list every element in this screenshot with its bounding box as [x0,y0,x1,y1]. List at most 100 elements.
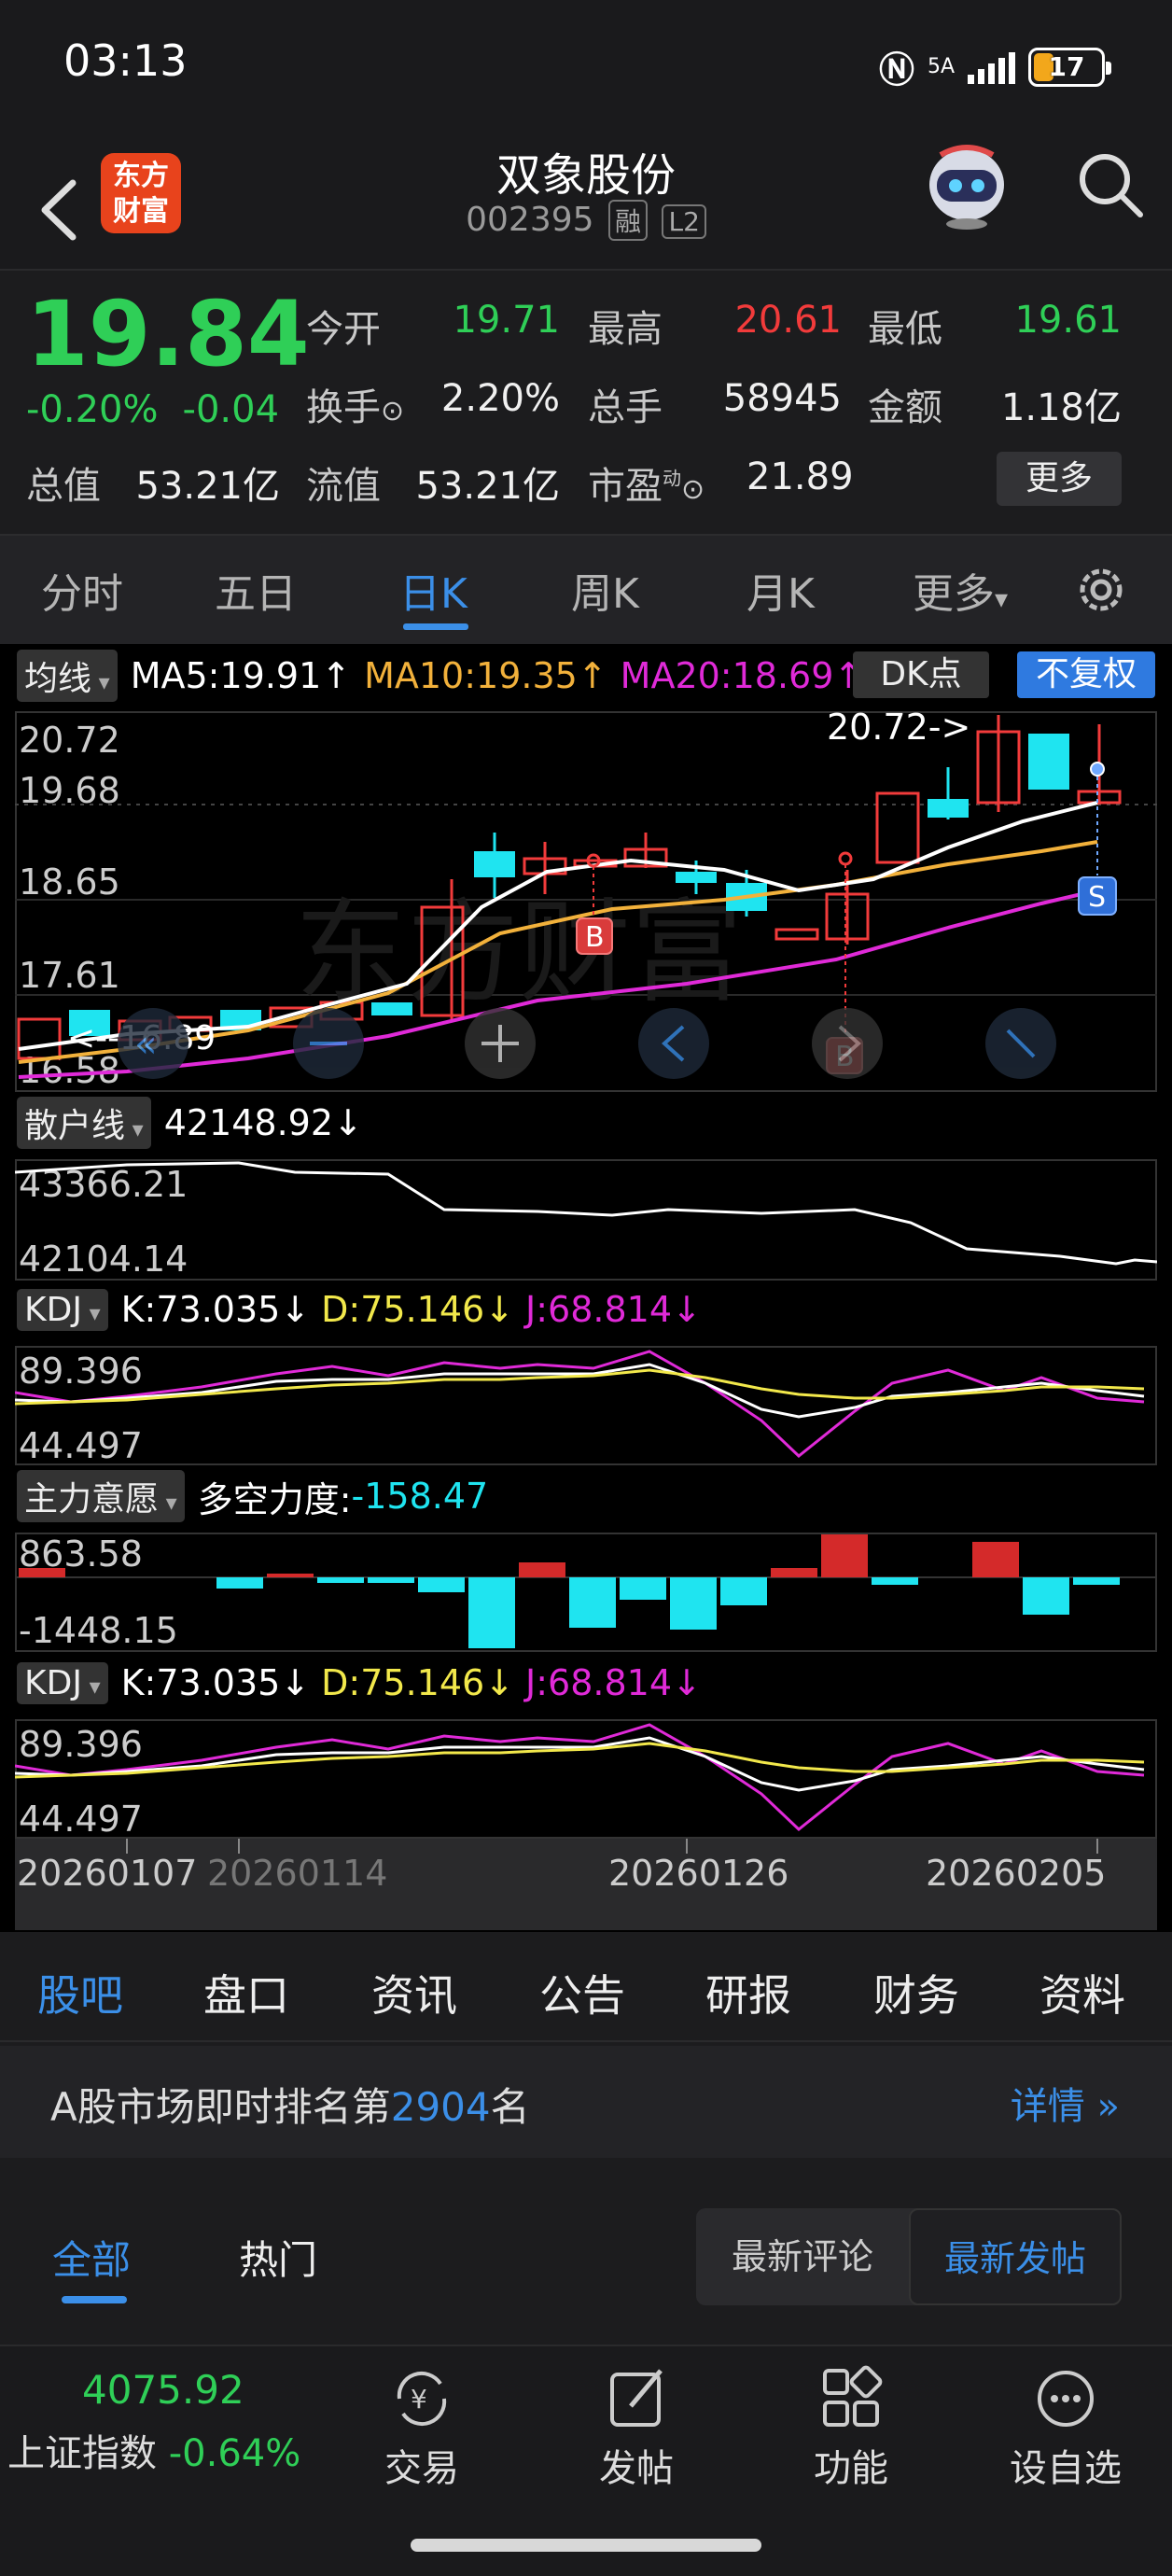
ranking-number: 2904 [390,2084,491,2130]
robot-assistant-icon[interactable] [922,138,1012,231]
chart-period-tabs: 分时 五日 日K 周K 月K 更多▾ [0,534,1172,644]
feed-tab-all[interactable]: 全部 [52,2229,131,2286]
tab-daily-k[interactable]: 日K [399,560,467,620]
nav-function[interactable]: 功能 [786,2365,916,2492]
kdj-legend-2: KDJ K:73.035↓ D:75.146↓ J:68.814↓ [17,1659,702,1706]
ma10-value: MA10:19.35↑ [364,655,607,696]
feed-filter-bar: 全部 热门 最新评论 最新发帖 [0,2190,1172,2343]
high-label: 最高 [588,308,663,351]
gear-icon[interactable] [1071,560,1131,620]
quote-panel: 19.84 -0.20% -0.04 今开 19.71 最高 20.61 最低 1… [0,273,1172,534]
kdj-d-value: D:75.146↓ [321,1289,515,1330]
status-time: 03:13 [63,35,188,86]
dk-point-button[interactable]: DK点 [853,651,989,698]
kdj2-y-max: 89.396 [19,1724,143,1765]
force-bars [19,1534,1120,1648]
nav-watchlist[interactable]: 设自选 [1000,2365,1131,2492]
y-label-1: 20.72 [19,720,120,761]
tab-five-day[interactable]: 五日 [215,560,297,620]
kdj-y-max: 89.396 [19,1351,143,1392]
kdj-y-min: 44.497 [19,1425,143,1465]
change-amount: -0.04 [182,388,280,431]
open-label: 今开 [306,308,381,351]
more-dots-icon [1038,2371,1094,2427]
search-icon[interactable] [1073,147,1148,222]
signal-icon [968,50,1015,84]
retail-selector-button[interactable]: 散户线 [17,1097,151,1149]
adjust-toggle-button[interactable]: 不复权 [1017,651,1155,698]
tab-monthly-k[interactable]: 月K [746,560,815,620]
pe-label[interactable]: 市盈动⊙ [588,455,705,510]
tab-profile[interactable]: 资料 [1039,1962,1125,2023]
index-value[interactable]: 4075.92 [82,2367,244,2413]
nav-trade[interactable]: ¥ 交易 [356,2365,487,2492]
high-value: 20.61 [734,299,842,342]
ma20-value: MA20:18.69↑ [620,655,864,696]
more-quote-button[interactable]: 更多 [997,452,1122,506]
ranking-detail-link[interactable]: 详情 » [1011,2076,1120,2130]
home-indicator[interactable] [411,2539,761,2552]
retail-value: 42148.92↓ [163,1102,363,1143]
ranking-bar[interactable]: A股市场即时排名第2904名 详情 » [0,2046,1172,2158]
kdj-legend: KDJ K:73.035↓ D:75.146↓ J:68.814↓ [17,1286,702,1333]
tab-news[interactable]: 资讯 [371,1962,457,2023]
low-value: 19.61 [1014,299,1122,342]
feed-tab-hot[interactable]: 热门 [239,2229,317,2286]
main-force-selector-button[interactable]: 主力意愿 [17,1470,185,1522]
tab-more[interactable]: 更多▾ [913,560,1008,620]
kdj-k-value: K:73.035↓ [120,1289,311,1330]
retail-line-chart[interactable]: 43366.21 42104.14 [15,1159,1157,1281]
ma-selector-button[interactable]: 均线 [17,650,118,702]
index-change: -0.64% [168,2432,301,2475]
nav-post[interactable]: 发帖 [571,2365,702,2492]
tab-financials[interactable]: 财务 [873,1962,959,2023]
edit-icon [610,2369,663,2427]
kline-chart[interactable]: 东方财富 20.72 19.68 18.65 17.61 16.58 20.72… [15,711,1157,1092]
price-change: -0.20% -0.04 [26,388,303,431]
index-ticker[interactable]: 上证指数 -0.64% [7,2423,300,2477]
tab-weekly-k[interactable]: 周K [571,560,639,620]
margin-tag: 融 [608,200,649,241]
trade-icon: ¥ [397,2371,447,2427]
network-type: 5A [927,54,955,78]
kdj-chart[interactable]: 89.396 44.497 [15,1346,1157,1465]
amount-value: 1.18亿 [1000,386,1122,429]
main-force-chart[interactable]: 863.58 -1448.15 [15,1533,1157,1652]
max-price-marker: 20.72-> [827,711,970,748]
battery-level: 17 [1048,51,1085,82]
last-price: 19.84 [26,282,310,386]
force-y-min: -1448.15 [19,1610,178,1651]
active-tab-indicator [403,623,468,630]
tab-orderbook[interactable]: 盘口 [203,1962,289,2023]
mktcap-value: 53.21亿 [135,465,280,508]
kdj-selector-button[interactable]: KDJ [17,1288,108,1331]
float-label: 流值 [306,465,381,508]
kdj-selector-button-2[interactable]: KDJ [17,1661,108,1704]
kdj-chart-2[interactable]: 89.396 44.497 20260107 20260114 20260126… [15,1719,1157,1930]
kdj-d-value-2: D:75.146↓ [321,1662,515,1703]
force-value: -158.47 [351,1476,489,1517]
tab-announcements[interactable]: 公告 [539,1962,625,2023]
battery-icon: 17 [1028,47,1111,87]
pe-value: 21.89 [746,455,854,498]
y-label-3: 18.65 [19,861,120,903]
float-value: 53.21亿 [415,465,560,508]
tab-intraday[interactable]: 分时 [41,560,123,620]
stock-code: 002395 [466,201,594,239]
double-chevron-icon: » [1096,2085,1120,2128]
sort-latest-comment-button[interactable]: 最新评论 [696,2208,909,2305]
sort-latest-post-button[interactable]: 最新发帖 [909,2208,1122,2305]
date-label-2: 20260114 [207,1853,387,1894]
amount-label: 金额 [868,386,942,429]
force-y-max: 863.58 [19,1533,143,1575]
retail-legend: 散户线 42148.92↓ [17,1097,363,1149]
tab-forum[interactable]: 股吧 [37,1962,123,2023]
turnover-label[interactable]: 换手⊙ [306,377,404,431]
status-bar: 03:13 Ⓝ 5A 17 [0,0,1172,131]
info-tabs: 股吧 盘口 资讯 公告 研报 财务 资料 [0,1934,1172,2042]
tab-research[interactable]: 研报 [705,1962,791,2023]
grid-icon [823,2365,883,2427]
volume-value: 58945 [722,377,842,420]
svg-text:¥: ¥ [411,2384,427,2415]
kdj-j-value-2: J:68.814↓ [525,1662,702,1703]
